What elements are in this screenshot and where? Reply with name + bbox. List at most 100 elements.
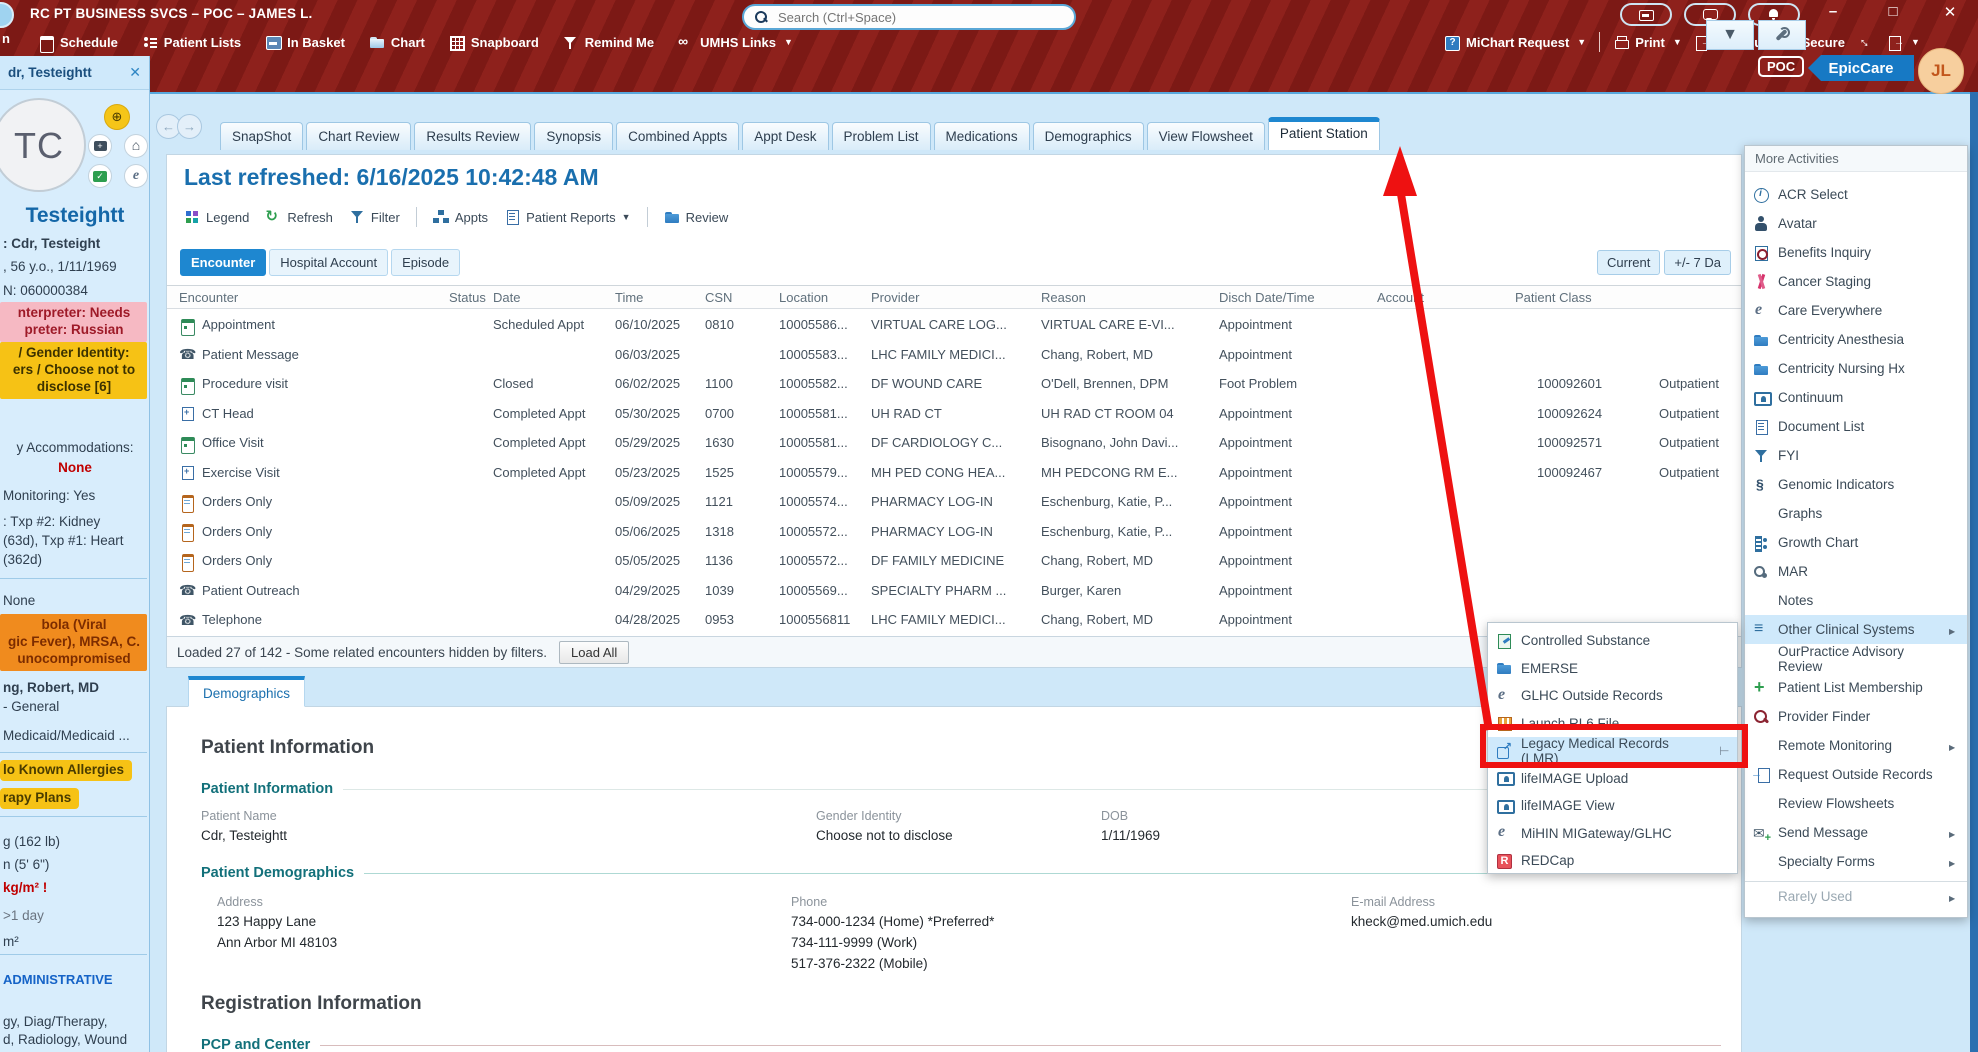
therapy-plans-badge[interactable]: rapy Plans — [0, 788, 79, 809]
gender-identity-alert[interactable]: / Gender Identity:ers / Choose not todis… — [0, 342, 147, 399]
menu-item[interactable]: Specialty Forms — [1745, 847, 1967, 876]
submenu-item[interactable]: MiHIN MIGateway/GLHC ⊣ — [1488, 820, 1737, 848]
column-header[interactable]: Reason — [1041, 290, 1219, 305]
submenu-item[interactable]: lifeIMAGE View ⊣ — [1488, 792, 1737, 820]
menu-item[interactable]: Graphs — [1745, 499, 1967, 528]
close-patient-icon[interactable]: ✕ — [129, 64, 141, 81]
submenu-item[interactable]: REDCap ⊣ — [1488, 847, 1737, 875]
column-header[interactable]: Encounter — [179, 290, 449, 305]
menu-item[interactable]: Cancer Staging — [1745, 267, 1967, 296]
submenu-item[interactable]: Controlled Substance ⊣ — [1488, 627, 1737, 655]
menu-item[interactable]: Provider Finder — [1745, 702, 1967, 731]
activity-tab[interactable]: Chart Review — [306, 122, 411, 150]
activity-tab[interactable]: Synopsis — [534, 122, 613, 150]
menu-item[interactable]: Growth Chart — [1745, 528, 1967, 557]
encounter-row[interactable]: Patient Message 06/03/2025 10005583... L… — [167, 340, 1741, 370]
encounter-row[interactable]: Patient Outreach 04/29/2025 1039 1000556… — [167, 576, 1741, 606]
encounter-tool-button[interactable]: Refresh ▼ — [265, 209, 333, 225]
michart-request-button[interactable]: MiChart Request▼ — [1444, 35, 1586, 50]
encounter-tool-button[interactable]: Appts ▼ — [433, 209, 488, 225]
submenu-item[interactable]: Launch RL6 File ⊣ — [1488, 710, 1737, 738]
encounter-row[interactable]: Office Visit Completed Appt 05/29/2025 1… — [167, 428, 1741, 458]
activity-tab[interactable]: Appt Desk — [742, 122, 828, 150]
menu-item[interactable]: Notes — [1745, 586, 1967, 615]
activity-tab[interactable]: Problem List — [832, 122, 931, 150]
customize-wrench-button[interactable] — [1758, 20, 1806, 50]
encounter-tool-button[interactable]: Filter ▼ — [349, 207, 417, 227]
forward-arrow-button[interactable]: → — [177, 114, 202, 139]
encounter-type-tab[interactable]: Encounter — [180, 249, 266, 276]
column-header[interactable]: Location — [779, 290, 871, 305]
menu-item[interactable]: Genomic Indicators — [1745, 470, 1967, 499]
encounter-tool-button[interactable]: Review ▼ — [664, 209, 729, 225]
column-header[interactable]: Account — [1377, 290, 1515, 305]
home-icon[interactable]: ⌂ — [124, 134, 148, 158]
column-header[interactable]: Patient Class — [1515, 290, 1645, 305]
verified-monitor-icon[interactable]: ✓ — [88, 164, 112, 188]
patient-tab[interactable]: dr, Testeightt ✕ — [0, 56, 149, 90]
menu-item[interactable]: Care Everywhere — [1745, 296, 1967, 325]
menu-item[interactable]: MAR — [1745, 557, 1967, 586]
menu-item[interactable]: Document List — [1745, 412, 1967, 441]
interpreter-alert[interactable]: nterpreter: Needspreter: Russian — [0, 302, 147, 342]
menu-item[interactable]: Avatar — [1745, 209, 1967, 238]
menu-item[interactable]: Remote Monitoring — [1745, 731, 1967, 760]
patient-photo-avatar[interactable]: TC — [0, 98, 86, 192]
encounter-type-tab[interactable]: Episode — [391, 249, 460, 276]
encounter-type-tab[interactable]: Hospital Account — [269, 249, 388, 276]
menu-item[interactable]: Centricity Nursing Hx — [1745, 354, 1967, 383]
toolbar-item[interactable]: Schedule ▼ — [38, 35, 118, 50]
date-range-button[interactable]: Current — [1597, 250, 1660, 275]
column-header[interactable]: Provider — [871, 290, 1041, 305]
care-everywhere-icon[interactable]: e — [124, 164, 148, 188]
menu-item[interactable]: Benefits Inquiry — [1745, 238, 1967, 267]
encounter-tool-button[interactable]: Legend ▼ — [184, 209, 249, 225]
menu-item[interactable]: ACR Select — [1745, 180, 1967, 209]
menu-item[interactable]: Send Message — [1745, 818, 1967, 847]
tab-demographics-report[interactable]: Demographics — [188, 676, 305, 707]
encounter-row[interactable]: Orders Only 05/06/2025 1318 10005572... … — [167, 517, 1741, 547]
user-avatar[interactable]: JL — [1918, 48, 1964, 94]
specialty-comments-icon[interactable]: ⊕ — [104, 104, 130, 130]
menu-item[interactable]: Review Flowsheets — [1745, 789, 1967, 818]
menu-item[interactable]: Centricity Anesthesia — [1745, 325, 1967, 354]
minimize-button[interactable]: – — [1818, 3, 1848, 20]
maximize-button[interactable]: □ — [1878, 3, 1908, 20]
expand-button[interactable] — [1858, 35, 1874, 50]
toolbar-item[interactable]: Snapboard ▼ — [449, 35, 539, 50]
encounter-row[interactable]: Appointment Scheduled Appt 06/10/2025 08… — [167, 310, 1741, 340]
encounter-row[interactable]: Exercise Visit Completed Appt 05/23/2025… — [167, 458, 1741, 488]
submenu-item[interactable]: EMERSE ⊣ — [1488, 655, 1737, 683]
menu-item[interactable]: Continuum — [1745, 383, 1967, 412]
activity-tab[interactable]: Combined Appts — [616, 122, 739, 150]
submenu-item[interactable]: GLHC Outside Records ⊣ — [1488, 682, 1737, 710]
print-button[interactable]: Print▼ — [1613, 35, 1682, 50]
first-aid-kit-icon[interactable]: + — [88, 134, 112, 158]
search-input[interactable] — [776, 9, 1064, 26]
menu-item[interactable]: Request Outside Records — [1745, 760, 1967, 789]
column-header[interactable]: Time — [615, 290, 705, 305]
more-activities-dropdown-button[interactable]: ▼ — [1706, 20, 1754, 50]
activity-tab[interactable]: Results Review — [414, 122, 531, 150]
encounter-row[interactable]: Procedure visit Closed 06/02/2025 1100 1… — [167, 369, 1741, 399]
encounter-tool-button[interactable]: Patient Reports ▼ — [504, 207, 648, 227]
encounter-row[interactable]: CT Head Completed Appt 05/30/2025 0700 1… — [167, 399, 1741, 429]
toolbar-item[interactable]: In Basket ▼ — [265, 35, 345, 50]
activity-tab[interactable]: Patient Station — [1268, 117, 1380, 150]
encounter-row[interactable]: Orders Only 05/05/2025 1136 10005572... … — [167, 546, 1741, 576]
column-header[interactable]: Status — [449, 290, 493, 305]
menu-item[interactable]: FYI — [1745, 441, 1967, 470]
menu-item[interactable]: Patient List Membership — [1745, 673, 1967, 702]
switch-workspace-button[interactable]: ▼ — [1887, 35, 1920, 50]
global-search[interactable] — [742, 4, 1076, 30]
load-all-button[interactable]: Load All — [559, 641, 629, 664]
activity-tab[interactable]: Demographics — [1033, 122, 1144, 150]
close-button[interactable]: ✕ — [1935, 3, 1965, 21]
toolbar-item[interactable]: Patient Lists ▼ — [142, 35, 241, 50]
toolbar-item[interactable]: UMHS Links ▼ — [678, 35, 793, 50]
date-range-button[interactable]: +/- 7 Da — [1664, 250, 1731, 275]
menu-item[interactable]: OurPractice Advisory Review — [1745, 644, 1967, 673]
submenu-item[interactable]: Legacy Medical Records (LMR) ⊣ — [1488, 737, 1737, 765]
activity-tab[interactable]: SnapShot — [220, 122, 303, 150]
submenu-item[interactable]: lifeIMAGE Upload ⊣ — [1488, 765, 1737, 793]
